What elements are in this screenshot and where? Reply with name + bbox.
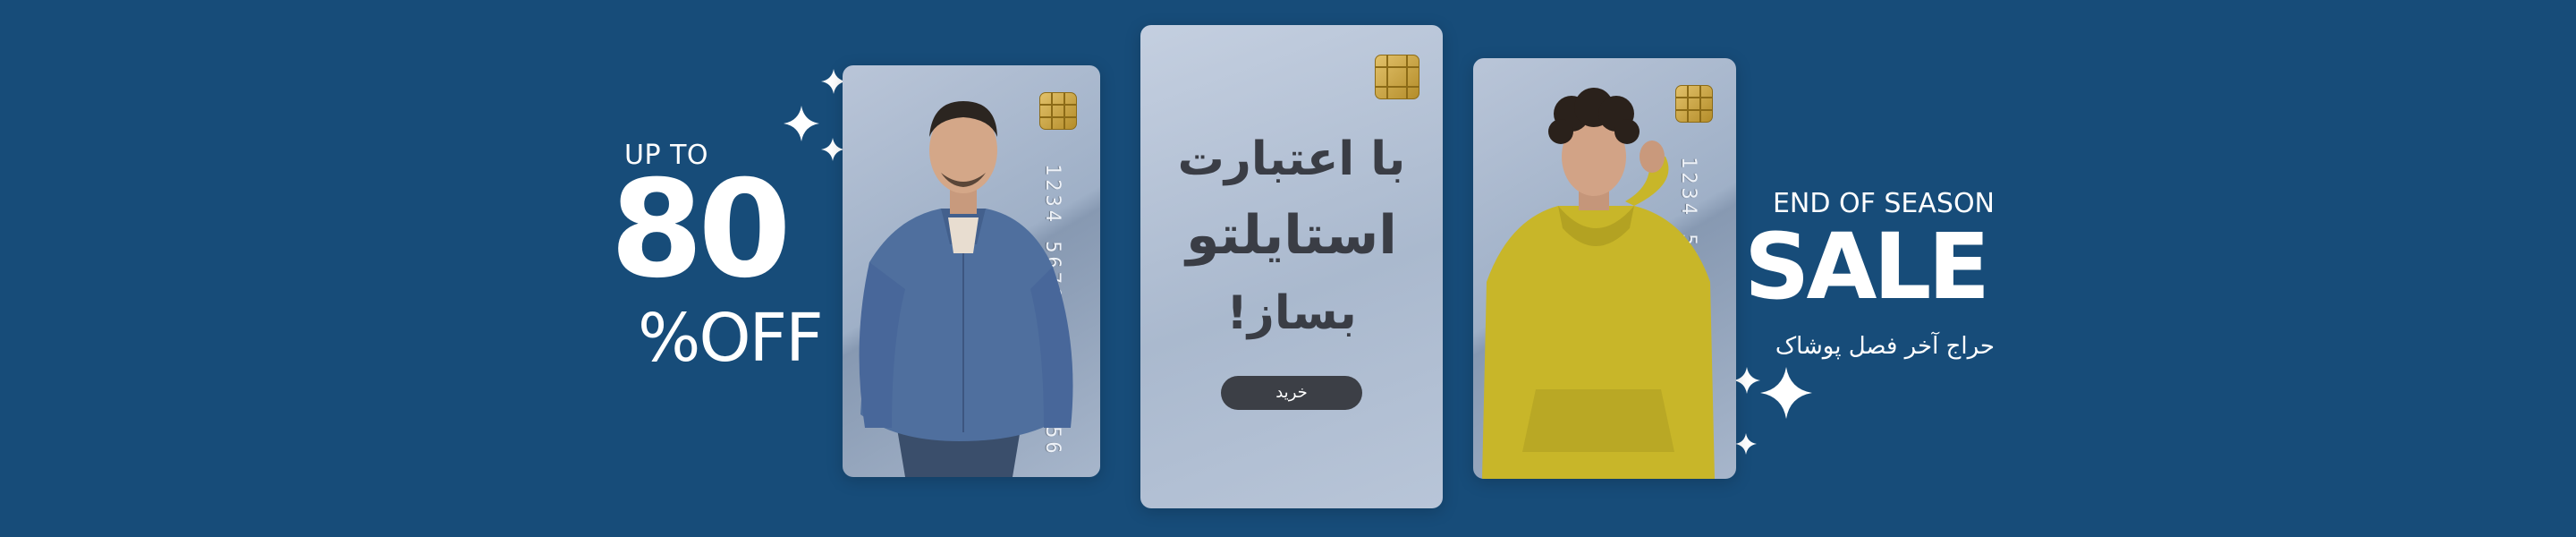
discount-percent: 80 bbox=[610, 152, 792, 308]
card-hoodie-model[interactable]: 1234 5678 9012 3456 bbox=[1473, 58, 1736, 479]
sale-subtitle: حراج آخر فصل پوشاک bbox=[1775, 333, 1995, 360]
headline-line-1: با اعتبارت bbox=[1177, 132, 1406, 186]
headline-line-3: بساز! bbox=[1226, 286, 1357, 340]
sparkle-icon bbox=[821, 138, 844, 161]
headline-line-2: استایلتو bbox=[1186, 204, 1397, 267]
sparkle-icon bbox=[1733, 367, 1760, 394]
man-hoodie-image bbox=[1482, 88, 1715, 479]
sparkle-icon bbox=[1760, 367, 1812, 419]
sparkle-icon bbox=[784, 106, 819, 141]
sale-label: SALE bbox=[1744, 214, 1990, 320]
card-sweater-model[interactable]: 1234 5678 9012 3456 bbox=[843, 65, 1100, 477]
sparkle-icon bbox=[1735, 433, 1757, 455]
card-promo-center: با اعتبارت استایلتو بساز! خرید bbox=[1140, 25, 1443, 508]
man-sweater-image bbox=[859, 101, 1073, 477]
buy-button[interactable]: خرید bbox=[1221, 376, 1362, 410]
off-label: %OFF bbox=[638, 300, 824, 377]
card-chip-icon bbox=[1375, 55, 1419, 99]
